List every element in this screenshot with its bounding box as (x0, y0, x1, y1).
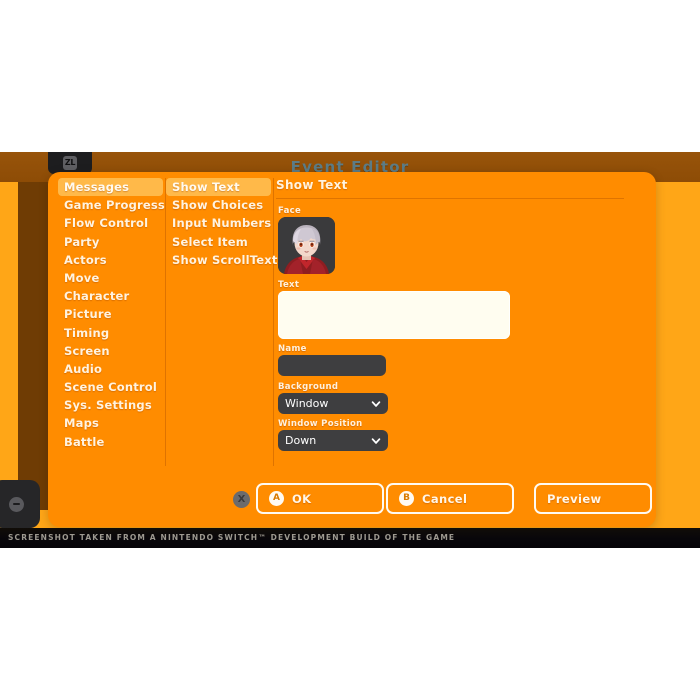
cancel-button-label: Cancel (422, 491, 468, 506)
detail-divider (276, 198, 624, 199)
category-item-move[interactable]: Move (58, 269, 163, 287)
background-select-value: Window (285, 397, 329, 410)
name-input[interactable] (278, 355, 386, 376)
face-label: Face (278, 206, 302, 216)
preview-button[interactable]: Preview (534, 483, 652, 514)
category-item-sys-settings[interactable]: Sys. Settings (58, 396, 163, 414)
window-position-select[interactable]: Down (278, 430, 388, 451)
category-item-messages[interactable]: Messages (58, 178, 163, 197)
category-item-actors[interactable]: Actors (58, 251, 163, 269)
command-category-list[interactable]: Messages Game Progress Flow Control Party Ac… (58, 172, 165, 472)
window-position-select-value: Down (285, 434, 317, 447)
b-button-icon: B (399, 491, 414, 506)
chevron-down-icon (371, 437, 381, 444)
face-graphic-picker[interactable] (278, 217, 335, 274)
background-select[interactable]: Window (278, 393, 388, 414)
text-label: Text (278, 280, 300, 290)
event-command-dialog: Messages Game Progress Flow Control Party Ac… (48, 172, 656, 527)
chevron-down-icon (371, 400, 381, 407)
background-label: Background (278, 382, 339, 392)
a-button-icon: A (269, 491, 284, 506)
command-item-input-numbers[interactable]: Input Numbers (166, 214, 271, 232)
category-item-flow-control[interactable]: Flow Control (58, 214, 163, 232)
window-position-label: Window Position (278, 419, 363, 429)
column-divider-2 (273, 178, 274, 466)
ok-button-label: OK (292, 491, 312, 506)
category-item-screen[interactable]: Screen (58, 342, 163, 360)
x-button-badge: X (233, 491, 250, 508)
game-viewport: Event Editor ZL Messages Game Progress Flo… (0, 152, 700, 548)
preview-button-label: Preview (547, 491, 602, 506)
ok-button[interactable]: A OK (256, 483, 384, 514)
character-portrait-icon (278, 217, 335, 274)
category-item-audio[interactable]: Audio (58, 360, 163, 378)
dialog-columns: Messages Game Progress Flow Control Party Ac… (48, 172, 656, 472)
text-input[interactable] (278, 291, 510, 339)
category-item-game-progress[interactable]: Game Progress (58, 196, 165, 214)
command-detail-pane: Show Text Face Text Name Background Wind… (276, 172, 646, 472)
detail-title: Show Text (276, 178, 348, 192)
shoulder-button-zl[interactable]: ZL (48, 152, 92, 174)
dialog-button-bar: X A OK B Cancel Preview (48, 472, 656, 527)
category-item-picture[interactable]: Picture (58, 305, 163, 323)
category-item-scene-control[interactable]: Scene Control (58, 378, 163, 396)
category-item-party[interactable]: Party (58, 233, 163, 251)
command-item-show-scrolltext[interactable]: Show ScrollText (166, 251, 277, 269)
category-item-battle[interactable]: Battle (58, 433, 163, 451)
command-item-show-text[interactable]: Show Text (166, 178, 271, 197)
command-list[interactable]: Show Text Show Choices Input Numbers Select… (166, 172, 277, 472)
watermark-bar: SCREENSHOT TAKEN FROM A NINTENDO SWITCH™… (0, 528, 700, 548)
minus-button[interactable] (0, 480, 40, 528)
category-item-maps[interactable]: Maps (58, 414, 163, 432)
command-item-select-item[interactable]: Select Item (166, 233, 271, 251)
command-item-show-choices[interactable]: Show Choices (166, 196, 271, 214)
category-item-character[interactable]: Character (58, 287, 163, 305)
zl-icon: ZL (63, 156, 77, 170)
watermark-text: SCREENSHOT TAKEN FROM A NINTENDO SWITCH™… (8, 533, 456, 542)
screenshot-root: Event Editor ZL Messages Game Progress Flo… (0, 0, 700, 700)
cancel-button[interactable]: B Cancel (386, 483, 514, 514)
name-label: Name (278, 344, 307, 354)
category-item-timing[interactable]: Timing (58, 324, 163, 342)
minus-icon (8, 496, 24, 512)
